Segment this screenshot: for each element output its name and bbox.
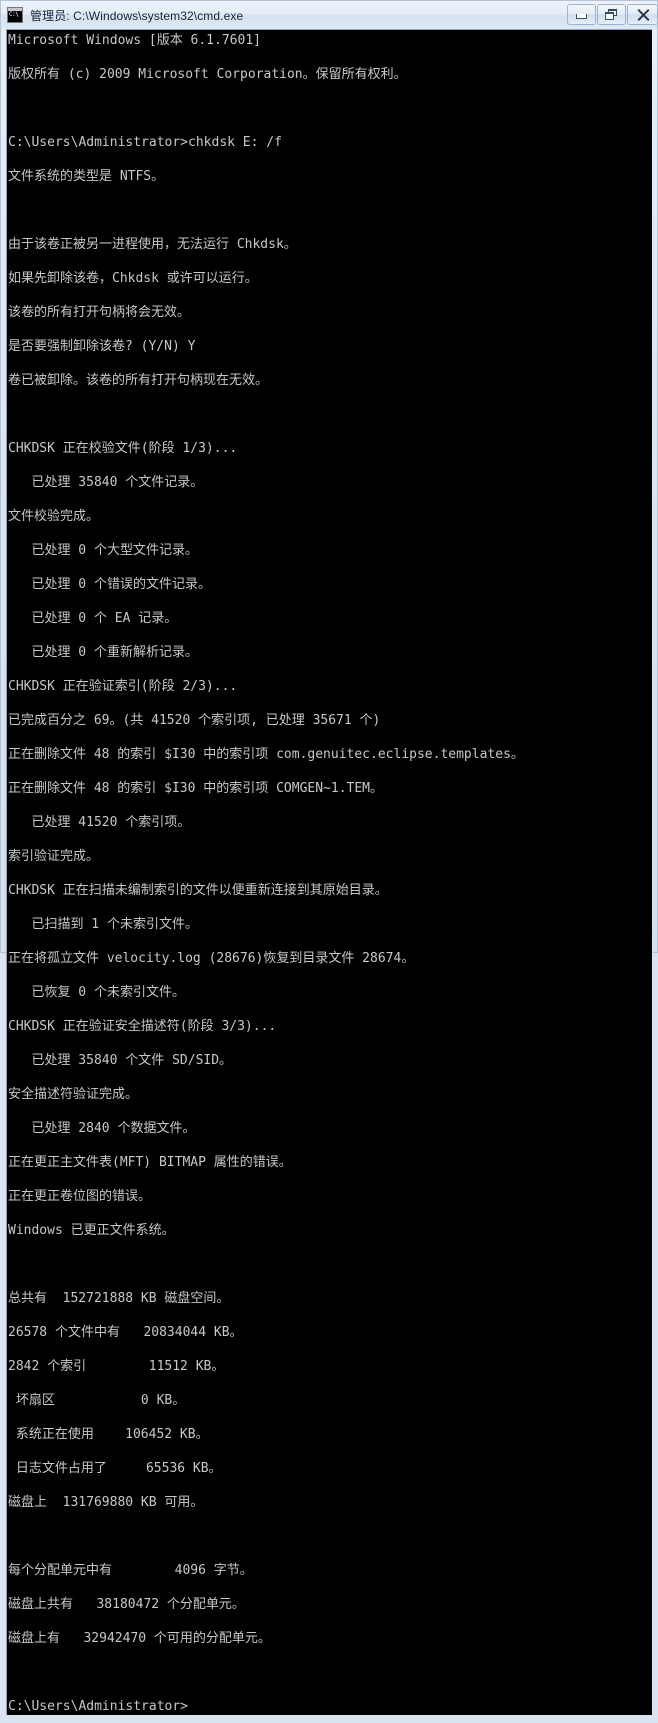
console-line: 已完成百分之 69。(共 41520 个索引项, 已处理 35671 个) [8,713,381,728]
console-line: C:\Users\Administrator>chkdsk E: /f [8,135,282,150]
window-titlebar[interactable]: C:\ 管理员: C:\Windows\system32\cmd.exe [1,1,658,29]
console-line: 已处理 2840 个数据文件。 [8,1121,196,1136]
console-line: CHKDSK 正在验证安全描述符(阶段 3/3)... [8,1019,277,1034]
console-line: 已处理 41520 个索引项。 [8,815,191,830]
console-line: CHKDSK 正在校验文件(阶段 1/3)... [8,441,238,456]
console-line: 磁盘上有 32942470 个可用的分配单元。 [8,1631,271,1646]
console-line: 由于该卷正被另一进程使用，无法运行 Chkdsk。 [8,237,297,252]
close-icon [637,9,649,21]
console-line: 已处理 0 个重新解析记录。 [8,645,198,660]
console-screen[interactable]: Microsoft Windows [版本 6.1.7601] 版权所有 (c)… [6,29,652,1715]
console-line: 是否要强制卸除该卷? (Y/N) Y [8,339,196,354]
console-line: 坏扇区 0 KB。 [8,1393,186,1408]
console-line: 日志文件占用了 65536 KB。 [8,1461,222,1476]
console-line: 正在删除文件 48 的索引 $I30 中的索引项 COMGEN~1.TEM。 [8,781,384,796]
console-line: 安全描述符验证完成。 [8,1087,139,1102]
cmd-console-icon: C:\ [7,7,23,23]
cmd-icon-prompt-text: C:\ [9,11,19,18]
minimize-button[interactable] [567,4,596,25]
console-line: Windows 已更正文件系统。 [8,1223,175,1238]
console-line: Microsoft Windows [版本 6.1.7601] [8,33,261,48]
console-line: 26578 个文件中有 20834044 KB。 [8,1325,243,1340]
minimize-icon [576,14,587,19]
console-line: 如果先卸除该卷，Chkdsk 或许可以运行。 [8,271,258,286]
console-line: 已处理 35840 个文件 SD/SID。 [8,1053,233,1068]
console-line: CHKDSK 正在验证索引(阶段 2/3)... [8,679,238,694]
restore-icon [605,8,618,21]
console-line: 磁盘上共有 38180472 个分配单元。 [8,1597,245,1612]
console-line: 该卷的所有打开句柄将会无效。 [8,305,191,320]
console-line: 已处理 0 个 EA 记录。 [8,611,178,626]
console-line: 已恢复 0 个未索引文件。 [8,985,185,1000]
console-line: 卷已被卸除。该卷的所有打开句柄现在无效。 [8,373,269,388]
console-line: 正在更正主文件表(MFT) BITMAP 属性的错误。 [8,1155,292,1170]
console-line: 正在删除文件 48 的索引 $I30 中的索引项 com.genuitec.ec… [8,747,524,762]
console-line: 每个分配单元中有 4096 字节。 [8,1563,253,1578]
console-line: CHKDSK 正在扫描未编制索引的文件以便重新连接到其原始目录。 [8,883,388,898]
restore-button[interactable] [597,4,626,25]
console-client-area: Microsoft Windows [版本 6.1.7601] 版权所有 (c)… [1,29,657,1723]
console-line: 索引验证完成。 [8,849,100,864]
close-button[interactable] [627,4,658,25]
console-line: 总共有 152721888 KB 磁盘空间。 [8,1291,230,1306]
console-line: 2842 个索引 11512 KB。 [8,1359,225,1374]
console-line: 已处理 0 个错误的文件记录。 [8,577,211,592]
console-output-text: Microsoft Windows [版本 6.1.7601] 版权所有 (c)… [8,32,652,1715]
console-line: C:\Users\Administrator> [8,1699,189,1714]
console-line: 系统正在使用 106452 KB。 [8,1427,209,1442]
cmd-window[interactable]: C:\ 管理员: C:\Windows\system32\cmd.exe Mic… [0,0,658,1715]
console-line: 文件校验完成。 [8,509,100,524]
console-line: 文件系统的类型是 NTFS。 [8,169,165,184]
console-line: 已扫描到 1 个未索引文件。 [8,917,198,932]
console-line: 正在更正卷位图的错误。 [8,1189,152,1204]
console-line: 磁盘上 131769880 KB 可用。 [8,1495,204,1510]
console-line: 版权所有 (c) 2009 Microsoft Corporation。保留所有… [8,67,407,82]
window-title: 管理员: C:\Windows\system32\cmd.exe [30,8,244,23]
console-line: 已处理 35840 个文件记录。 [8,475,204,490]
window-controls[interactable] [567,4,658,25]
console-line: 已处理 0 个大型文件记录。 [8,543,198,558]
